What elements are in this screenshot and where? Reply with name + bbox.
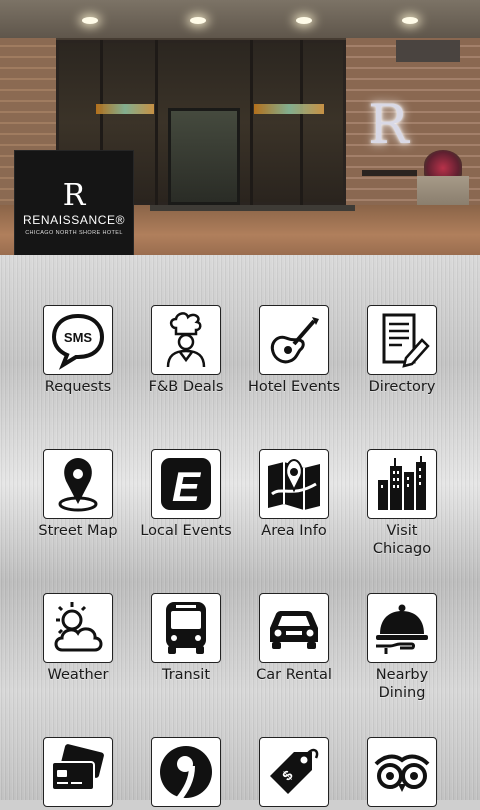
tile-label: Area Info <box>261 523 327 539</box>
tile-directory[interactable]: Directory <box>348 305 456 396</box>
tile-payment[interactable] <box>24 737 132 810</box>
ceiling-light <box>82 17 98 24</box>
entrance-door <box>168 108 240 205</box>
renaissance-logo: R RENAISSANCE® CHICAGO NORTH SHORE HOTEL <box>14 150 134 268</box>
tile-nine[interactable] <box>132 737 240 810</box>
tile-icon-box: $ <box>259 737 329 807</box>
lobby-sign <box>96 104 154 114</box>
logo-name: RENAISSANCE® <box>22 213 126 227</box>
tile-icon-box <box>43 593 113 663</box>
tile-icon-box <box>43 449 113 519</box>
ceiling-light <box>190 17 206 24</box>
bench <box>362 170 417 176</box>
tile-street-map[interactable]: Street Map <box>24 449 132 540</box>
menu-grid: SMS Requests F&B Deals Hotel Events Dire… <box>0 255 480 807</box>
tile-icon-box <box>367 737 437 807</box>
tile-label: Car Rental <box>256 667 332 683</box>
tile-icon-box <box>151 737 221 807</box>
tile-reviews[interactable] <box>348 737 456 810</box>
doormat <box>150 205 355 211</box>
tile-requests[interactable]: SMS Requests <box>24 305 132 396</box>
folded-map-icon <box>268 458 320 510</box>
tile-deals[interactable]: $ <box>240 737 348 810</box>
credit-cards-icon <box>51 744 104 791</box>
svg-text:SMS: SMS <box>64 330 93 345</box>
number-nine-icon <box>160 746 212 802</box>
tile-icon-box <box>367 593 437 663</box>
ceiling-light <box>296 17 312 24</box>
tile-icon-box <box>259 449 329 519</box>
lobby-sign <box>254 104 324 114</box>
bus-icon <box>166 602 206 654</box>
tile-icon-box <box>259 305 329 375</box>
tile-label: Directory <box>368 379 436 395</box>
chef-icon <box>166 312 206 368</box>
tile-icon-box <box>151 593 221 663</box>
skyline-icon <box>378 456 426 510</box>
serving-dish-icon <box>376 604 428 654</box>
tile-label: Visit Chicago <box>372 523 432 557</box>
owl-icon <box>374 754 430 792</box>
tile-icon-box: SMS <box>43 305 113 375</box>
window-frame <box>250 40 253 205</box>
tile-hotel-events[interactable]: Hotel Events <box>240 305 348 396</box>
tile-icon-box <box>367 305 437 375</box>
tile-icon-box <box>43 737 113 807</box>
tile-area-info[interactable]: Area Info <box>240 449 348 540</box>
price-tag-icon: $ <box>270 748 319 794</box>
car-icon <box>270 611 318 649</box>
tile-car-rental[interactable]: Car Rental <box>240 593 348 684</box>
tile-transit[interactable]: Transit <box>132 593 240 684</box>
tile-label: F&B Deals <box>148 379 224 395</box>
guitar-icon <box>270 317 319 364</box>
svg-text:E: E <box>172 463 202 510</box>
tile-label: Requests <box>44 379 112 395</box>
vent <box>396 40 460 62</box>
tile-visit-chicago[interactable]: Visit Chicago <box>348 449 456 558</box>
map-pin-icon <box>58 458 98 512</box>
sun-cloud-icon <box>54 602 103 652</box>
tile-icon-box <box>367 449 437 519</box>
document-pencil-icon <box>382 313 430 368</box>
tile-weather[interactable]: Weather <box>24 593 132 684</box>
illuminated-r-sign: R <box>368 93 409 156</box>
tile-local-events[interactable]: E Local Events <box>132 449 240 540</box>
tile-label: Weather <box>47 667 109 683</box>
letter-e-icon: E <box>161 458 211 510</box>
window-frame <box>300 40 303 205</box>
tile-fb-deals[interactable]: F&B Deals <box>132 305 240 396</box>
tile-icon-box: E <box>151 449 221 519</box>
tile-label: Transit <box>161 667 211 683</box>
tile-label: Local Events <box>140 523 232 539</box>
ceiling-light <box>402 17 418 24</box>
tile-nearby-dining[interactable]: Nearby Dining <box>348 593 456 702</box>
logo-mark: R <box>62 178 86 213</box>
logo-subtitle: CHICAGO NORTH SHORE HOTEL <box>25 230 123 236</box>
sms-bubble-icon: SMS <box>51 313 105 370</box>
tile-icon-box <box>151 305 221 375</box>
tile-label: Street Map <box>38 523 118 539</box>
tile-icon-box <box>259 593 329 663</box>
window-frame <box>155 40 158 205</box>
tile-label: Nearby Dining <box>375 667 429 701</box>
tile-label: Hotel Events <box>247 379 341 395</box>
